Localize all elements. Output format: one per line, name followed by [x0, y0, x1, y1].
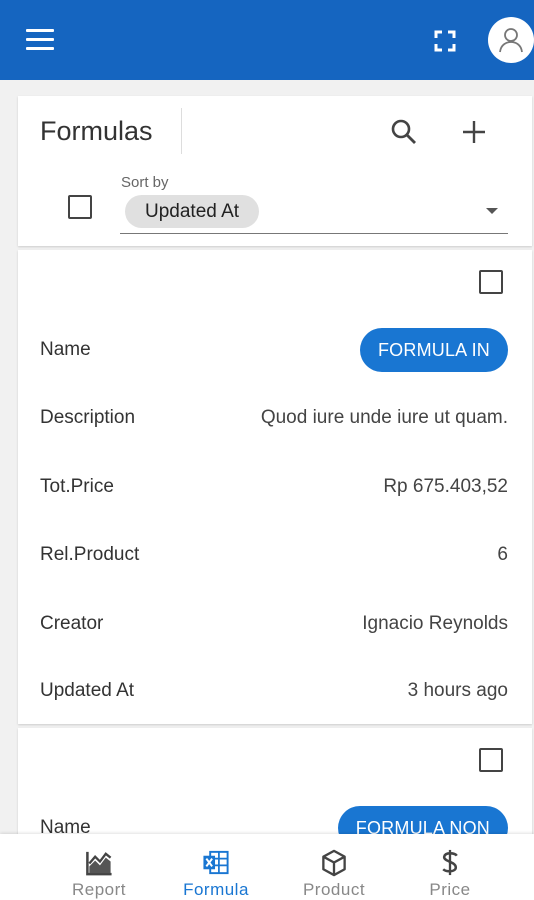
nav-item-product[interactable]: Product: [274, 834, 394, 900]
avatar[interactable]: [488, 17, 534, 63]
nav-label: Product: [302, 880, 366, 899]
avatar-icon: [499, 28, 523, 53]
nav-label: Price: [429, 880, 471, 899]
record-card: Name FORMULA IN Description Quod iure un…: [18, 250, 532, 724]
field-value: Quod iure unde iure ut quam.: [260, 407, 508, 428]
field-row-description: Description Quod iure unde iure ut quam.: [40, 398, 508, 438]
chevron-down-icon: [486, 208, 498, 214]
field-value: 6: [497, 544, 508, 565]
field-row-updated-at: Updated At 3 hours ago: [40, 671, 508, 711]
dollar-icon: [442, 849, 458, 876]
field-label: Tot.Price: [40, 476, 114, 497]
bottom-nav: Report Formula Product Price: [0, 834, 534, 900]
box-icon: [322, 849, 346, 877]
app-bar: [0, 0, 534, 80]
field-label: Creator: [40, 613, 104, 634]
field-row-total-price: Tot.Price Rp 675.403,52: [40, 467, 508, 507]
field-value: Rp 675.403,52: [383, 476, 508, 497]
field-label: Name: [40, 339, 91, 360]
name-chip[interactable]: FORMULA IN: [359, 328, 508, 372]
row-checkbox[interactable]: [479, 270, 503, 294]
field-value: 3 hours ago: [407, 680, 508, 701]
excel-icon: [203, 850, 229, 875]
field-value: Ignacio Reynolds: [362, 613, 508, 634]
sort-value-chip: Updated At: [125, 195, 260, 228]
menu-icon[interactable]: [26, 29, 54, 51]
list-header-card: Formulas Sort by Updated At: [18, 96, 532, 246]
page-title: Formulas: [40, 116, 153, 146]
row-checkbox[interactable]: [479, 748, 503, 772]
add-icon[interactable]: [460, 118, 488, 146]
search-icon[interactable]: [390, 118, 418, 146]
nav-item-report[interactable]: Report: [39, 834, 159, 900]
chart-icon: [86, 851, 112, 876]
field-row-name: Name FORMULA IN: [40, 328, 508, 372]
sort-select[interactable]: Updated At: [120, 192, 508, 234]
field-row-creator: Creator Ignacio Reynolds: [40, 604, 508, 644]
title-divider: [181, 108, 182, 154]
select-all-checkbox[interactable]: [68, 195, 92, 219]
sort-label: Sort by: [121, 174, 169, 191]
field-row-related-product: Rel.Product 6: [40, 535, 508, 575]
nav-item-formula[interactable]: Formula: [156, 834, 276, 900]
field-label: Rel.Product: [40, 544, 140, 565]
fullscreen-icon[interactable]: [434, 30, 456, 52]
nav-label: Formula: [183, 880, 249, 899]
field-label: Updated At: [40, 680, 135, 701]
field-label: Description: [40, 407, 136, 428]
nav-item-price[interactable]: Price: [390, 834, 510, 900]
nav-label: Report: [71, 880, 127, 899]
